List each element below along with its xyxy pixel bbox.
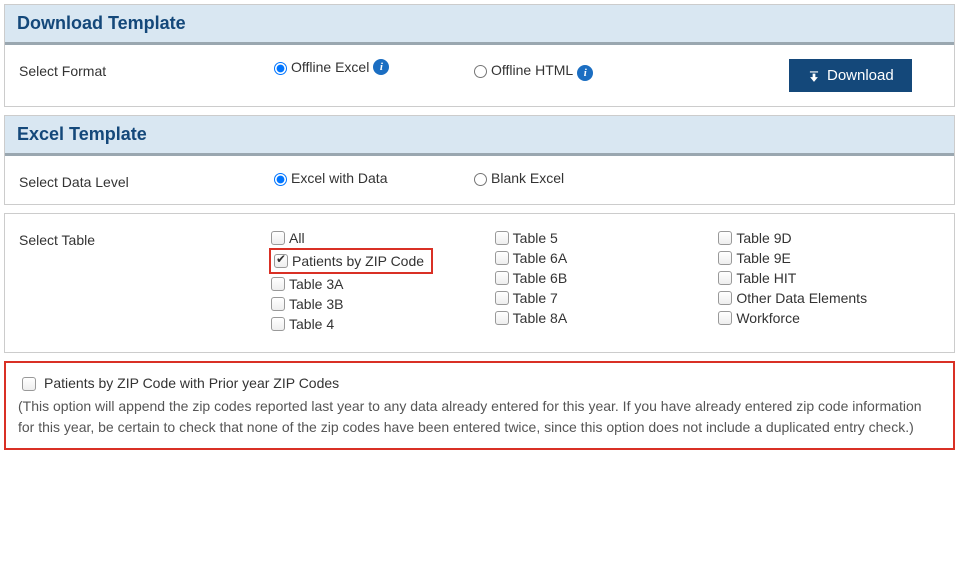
select-data-level-label: Select Data Level	[19, 170, 269, 190]
table-checkbox-label: Table 6A	[513, 250, 567, 266]
format-offline-html-label: Offline HTML	[491, 62, 573, 78]
highlight-box: Patients by ZIP Code	[269, 248, 433, 274]
table-checkbox-label: Table 3B	[289, 296, 343, 312]
data-level-excel-with-data[interactable]: Excel with Data	[269, 170, 409, 186]
table-checkbox-label: Table 7	[513, 290, 558, 306]
table-checkbox-label: Other Data Elements	[736, 290, 867, 306]
table-checkbox[interactable]	[271, 297, 285, 311]
table-checkbox-item[interactable]: Table 3B	[269, 294, 493, 314]
format-offline-html-radio[interactable]	[474, 65, 487, 78]
table-checkbox-label: Table HIT	[736, 270, 796, 286]
table-checkbox-label: Workforce	[736, 310, 800, 326]
table-checkbox[interactable]	[718, 231, 732, 245]
table-checkbox[interactable]	[495, 291, 509, 305]
table-checkbox[interactable]	[271, 317, 285, 331]
table-checkbox[interactable]	[718, 291, 732, 305]
format-offline-excel-radio[interactable]	[274, 62, 287, 75]
format-offline-excel[interactable]: Offline Excel i	[269, 59, 409, 75]
table-checkbox[interactable]	[495, 271, 509, 285]
data-level-excel-with-data-radio[interactable]	[274, 173, 287, 186]
table-checkbox-label: Table 9D	[736, 230, 791, 246]
download-template-panel: Download Template Select Format Offline …	[4, 4, 955, 107]
prior-year-notice: Patients by ZIP Code with Prior year ZIP…	[4, 361, 955, 450]
table-checkbox-item[interactable]: Table 3A	[269, 274, 493, 294]
table-checkbox[interactable]	[495, 251, 509, 265]
table-checkbox[interactable]	[495, 311, 509, 325]
table-checkbox-label: Table 4	[289, 316, 334, 332]
table-col-2: Table 5 Table 6A Table 6B Table 7 Table 8A	[493, 228, 717, 334]
data-level-blank-excel-radio[interactable]	[474, 173, 487, 186]
table-checkbox-item[interactable]: Patients by ZIP Code	[272, 251, 428, 271]
prior-year-checkbox-label: Patients by ZIP Code with Prior year ZIP…	[44, 373, 339, 394]
table-col-1: All Patients by ZIP Code Table 3A Table 3B T…	[269, 228, 493, 334]
table-checkbox-label: Table 5	[513, 230, 558, 246]
table-checkbox-item[interactable]: Table 6A	[493, 248, 717, 268]
table-checkbox[interactable]	[495, 231, 509, 245]
table-checkbox-label: Patients by ZIP Code	[292, 253, 424, 269]
table-checkbox-item[interactable]: Table HIT	[716, 268, 940, 288]
table-checkbox[interactable]	[718, 251, 732, 265]
table-checkbox[interactable]	[271, 277, 285, 291]
select-format-label: Select Format	[19, 59, 269, 79]
table-checkbox-item[interactable]: Table 9D	[716, 228, 940, 248]
table-checkbox-item[interactable]: All	[269, 228, 493, 248]
data-level-excel-with-data-label: Excel with Data	[291, 170, 387, 186]
select-table-panel: Select Table All Patients by ZIP Code Tabl…	[4, 213, 955, 353]
info-icon[interactable]: i	[577, 65, 593, 81]
download-icon	[807, 69, 821, 83]
download-button[interactable]: Download	[789, 59, 912, 92]
format-offline-excel-label: Offline Excel	[291, 59, 369, 75]
table-checkbox-item[interactable]: Other Data Elements	[716, 288, 940, 308]
table-checkbox-label: Table 9E	[736, 250, 790, 266]
table-checkbox-item[interactable]: Workforce	[716, 308, 940, 328]
table-checkbox-item[interactable]: Table 7	[493, 288, 717, 308]
select-table-label: Select Table	[19, 228, 269, 248]
info-icon[interactable]: i	[373, 59, 389, 75]
table-checkbox-item[interactable]: Table 9E	[716, 248, 940, 268]
table-checkbox-label: Table 8A	[513, 310, 567, 326]
table-checkbox-label: All	[289, 230, 305, 246]
table-checkbox-item[interactable]: Table 6B	[493, 268, 717, 288]
data-level-blank-excel-label: Blank Excel	[491, 170, 564, 186]
table-columns: All Patients by ZIP Code Table 3A Table 3B T…	[269, 228, 940, 334]
prior-year-note: (This option will append the zip codes r…	[18, 396, 941, 438]
data-level-blank-excel[interactable]: Blank Excel	[469, 170, 609, 186]
table-checkbox-item[interactable]: Table 5	[493, 228, 717, 248]
table-checkbox-label: Table 3A	[289, 276, 343, 292]
table-col-3: Table 9D Table 9E Table HIT Other Data Elem…	[716, 228, 940, 334]
prior-year-checkbox[interactable]	[22, 377, 36, 391]
table-checkbox[interactable]	[271, 231, 285, 245]
excel-template-panel: Excel Template Select Data Level Excel w…	[4, 115, 955, 205]
excel-template-header: Excel Template	[5, 116, 954, 156]
table-checkbox[interactable]	[718, 311, 732, 325]
table-checkbox-item[interactable]: Table 4	[269, 314, 493, 334]
download-template-header: Download Template	[5, 5, 954, 45]
table-checkbox[interactable]	[718, 271, 732, 285]
format-offline-html[interactable]: Offline HTML i	[469, 59, 609, 81]
table-checkbox-label: Table 6B	[513, 270, 567, 286]
download-button-label: Download	[827, 67, 894, 84]
table-checkbox[interactable]	[274, 254, 288, 268]
table-checkbox-item[interactable]: Table 8A	[493, 308, 717, 328]
